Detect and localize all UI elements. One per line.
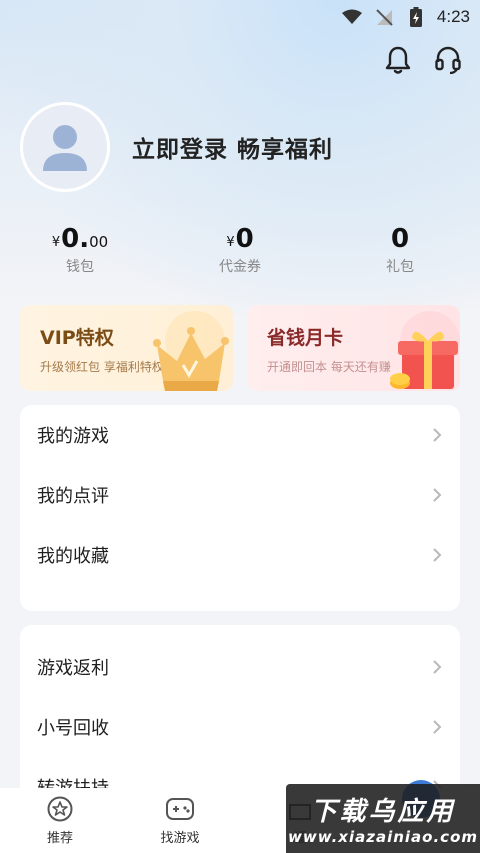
menu-item-account-recycle[interactable]: 小号回收 <box>20 697 460 757</box>
tab-find-games[interactable]: 找游戏 <box>120 788 240 853</box>
status-time: 4:23 <box>436 7 470 26</box>
chevron-right-icon <box>433 488 442 502</box>
promo-cards: VIP特权 升级领红包 享福利特权 省钱月卡 开通即回本 每天还有赚 <box>20 305 460 391</box>
menu-item-label: 小号回收 <box>37 718 109 739</box>
gift-box-icon <box>390 311 460 389</box>
notification-bell-icon[interactable] <box>384 44 412 76</box>
stat-value: 0. <box>61 224 90 254</box>
star-icon <box>47 796 73 822</box>
no-signal-icon <box>373 8 395 26</box>
account-stats: ¥0. 00 钱包 ¥0 代金券 0 礼包 <box>0 222 480 276</box>
stat-decimals: 00 <box>89 233 109 251</box>
stat-wallet[interactable]: ¥0. 00 钱包 <box>0 222 160 276</box>
status-bar: 4:23 <box>0 0 480 34</box>
stat-gift-pack[interactable]: 0 礼包 <box>320 222 480 276</box>
gamepad-icon <box>166 798 194 820</box>
menu-item-label: 我的点评 <box>37 486 109 507</box>
menu-item-label: 游戏返利 <box>37 658 109 679</box>
stat-value: 0 <box>390 224 410 254</box>
site-watermark: 下载乌应用 www.xiazainiao.com <box>286 784 480 853</box>
chevron-right-icon <box>433 548 442 562</box>
personal-menu-card: 我的游戏 我的点评 我的收藏 <box>20 405 460 611</box>
menu-item-label: 我的游戏 <box>37 426 109 447</box>
stat-label: 代金券 <box>219 259 261 275</box>
tab-label: 找游戏 <box>160 831 200 846</box>
stat-value: 0 <box>235 224 254 254</box>
stat-voucher[interactable]: ¥0 代金券 <box>160 222 320 276</box>
chevron-right-icon <box>433 720 442 734</box>
wifi-icon <box>341 8 363 26</box>
stat-label: 钱包 <box>66 259 94 275</box>
avatar[interactable] <box>20 102 110 192</box>
top-actions <box>384 44 462 76</box>
vip-privilege-card[interactable]: VIP特权 升级领红包 享福利特权 <box>20 305 233 391</box>
saving-monthly-card[interactable]: 省钱月卡 开通即回本 每天还有赚 <box>247 305 460 391</box>
default-user-icon <box>43 125 87 171</box>
menu-item-my-favorites[interactable]: 我的收藏 <box>20 525 460 585</box>
battery-icon <box>405 7 427 27</box>
tab-recommend[interactable]: 推荐 <box>0 788 120 853</box>
profile-header[interactable]: 立即登录 畅享福利 <box>20 102 333 192</box>
chevron-right-icon <box>433 428 442 442</box>
currency-symbol: ¥ <box>226 235 235 250</box>
watermark-title: 下载乌应用 <box>310 797 456 827</box>
customer-service-headset-icon[interactable] <box>434 44 462 76</box>
menu-item-label: 我的收藏 <box>37 546 109 567</box>
tab-label: 推荐 <box>46 831 73 846</box>
currency-symbol: ¥ <box>51 235 61 250</box>
watermark-url: www.xiazainiao.com <box>287 828 479 846</box>
menu-item-my-reviews[interactable]: 我的点评 <box>20 465 460 525</box>
login-prompt[interactable]: 立即登录 畅享福利 <box>132 130 333 164</box>
menu-item-game-rebate[interactable]: 游戏返利 <box>20 637 460 697</box>
chevron-right-icon <box>433 660 442 674</box>
menu-item-my-games[interactable]: 我的游戏 <box>20 405 460 465</box>
stat-label: 礼包 <box>386 259 414 275</box>
crown-icon <box>153 311 229 391</box>
